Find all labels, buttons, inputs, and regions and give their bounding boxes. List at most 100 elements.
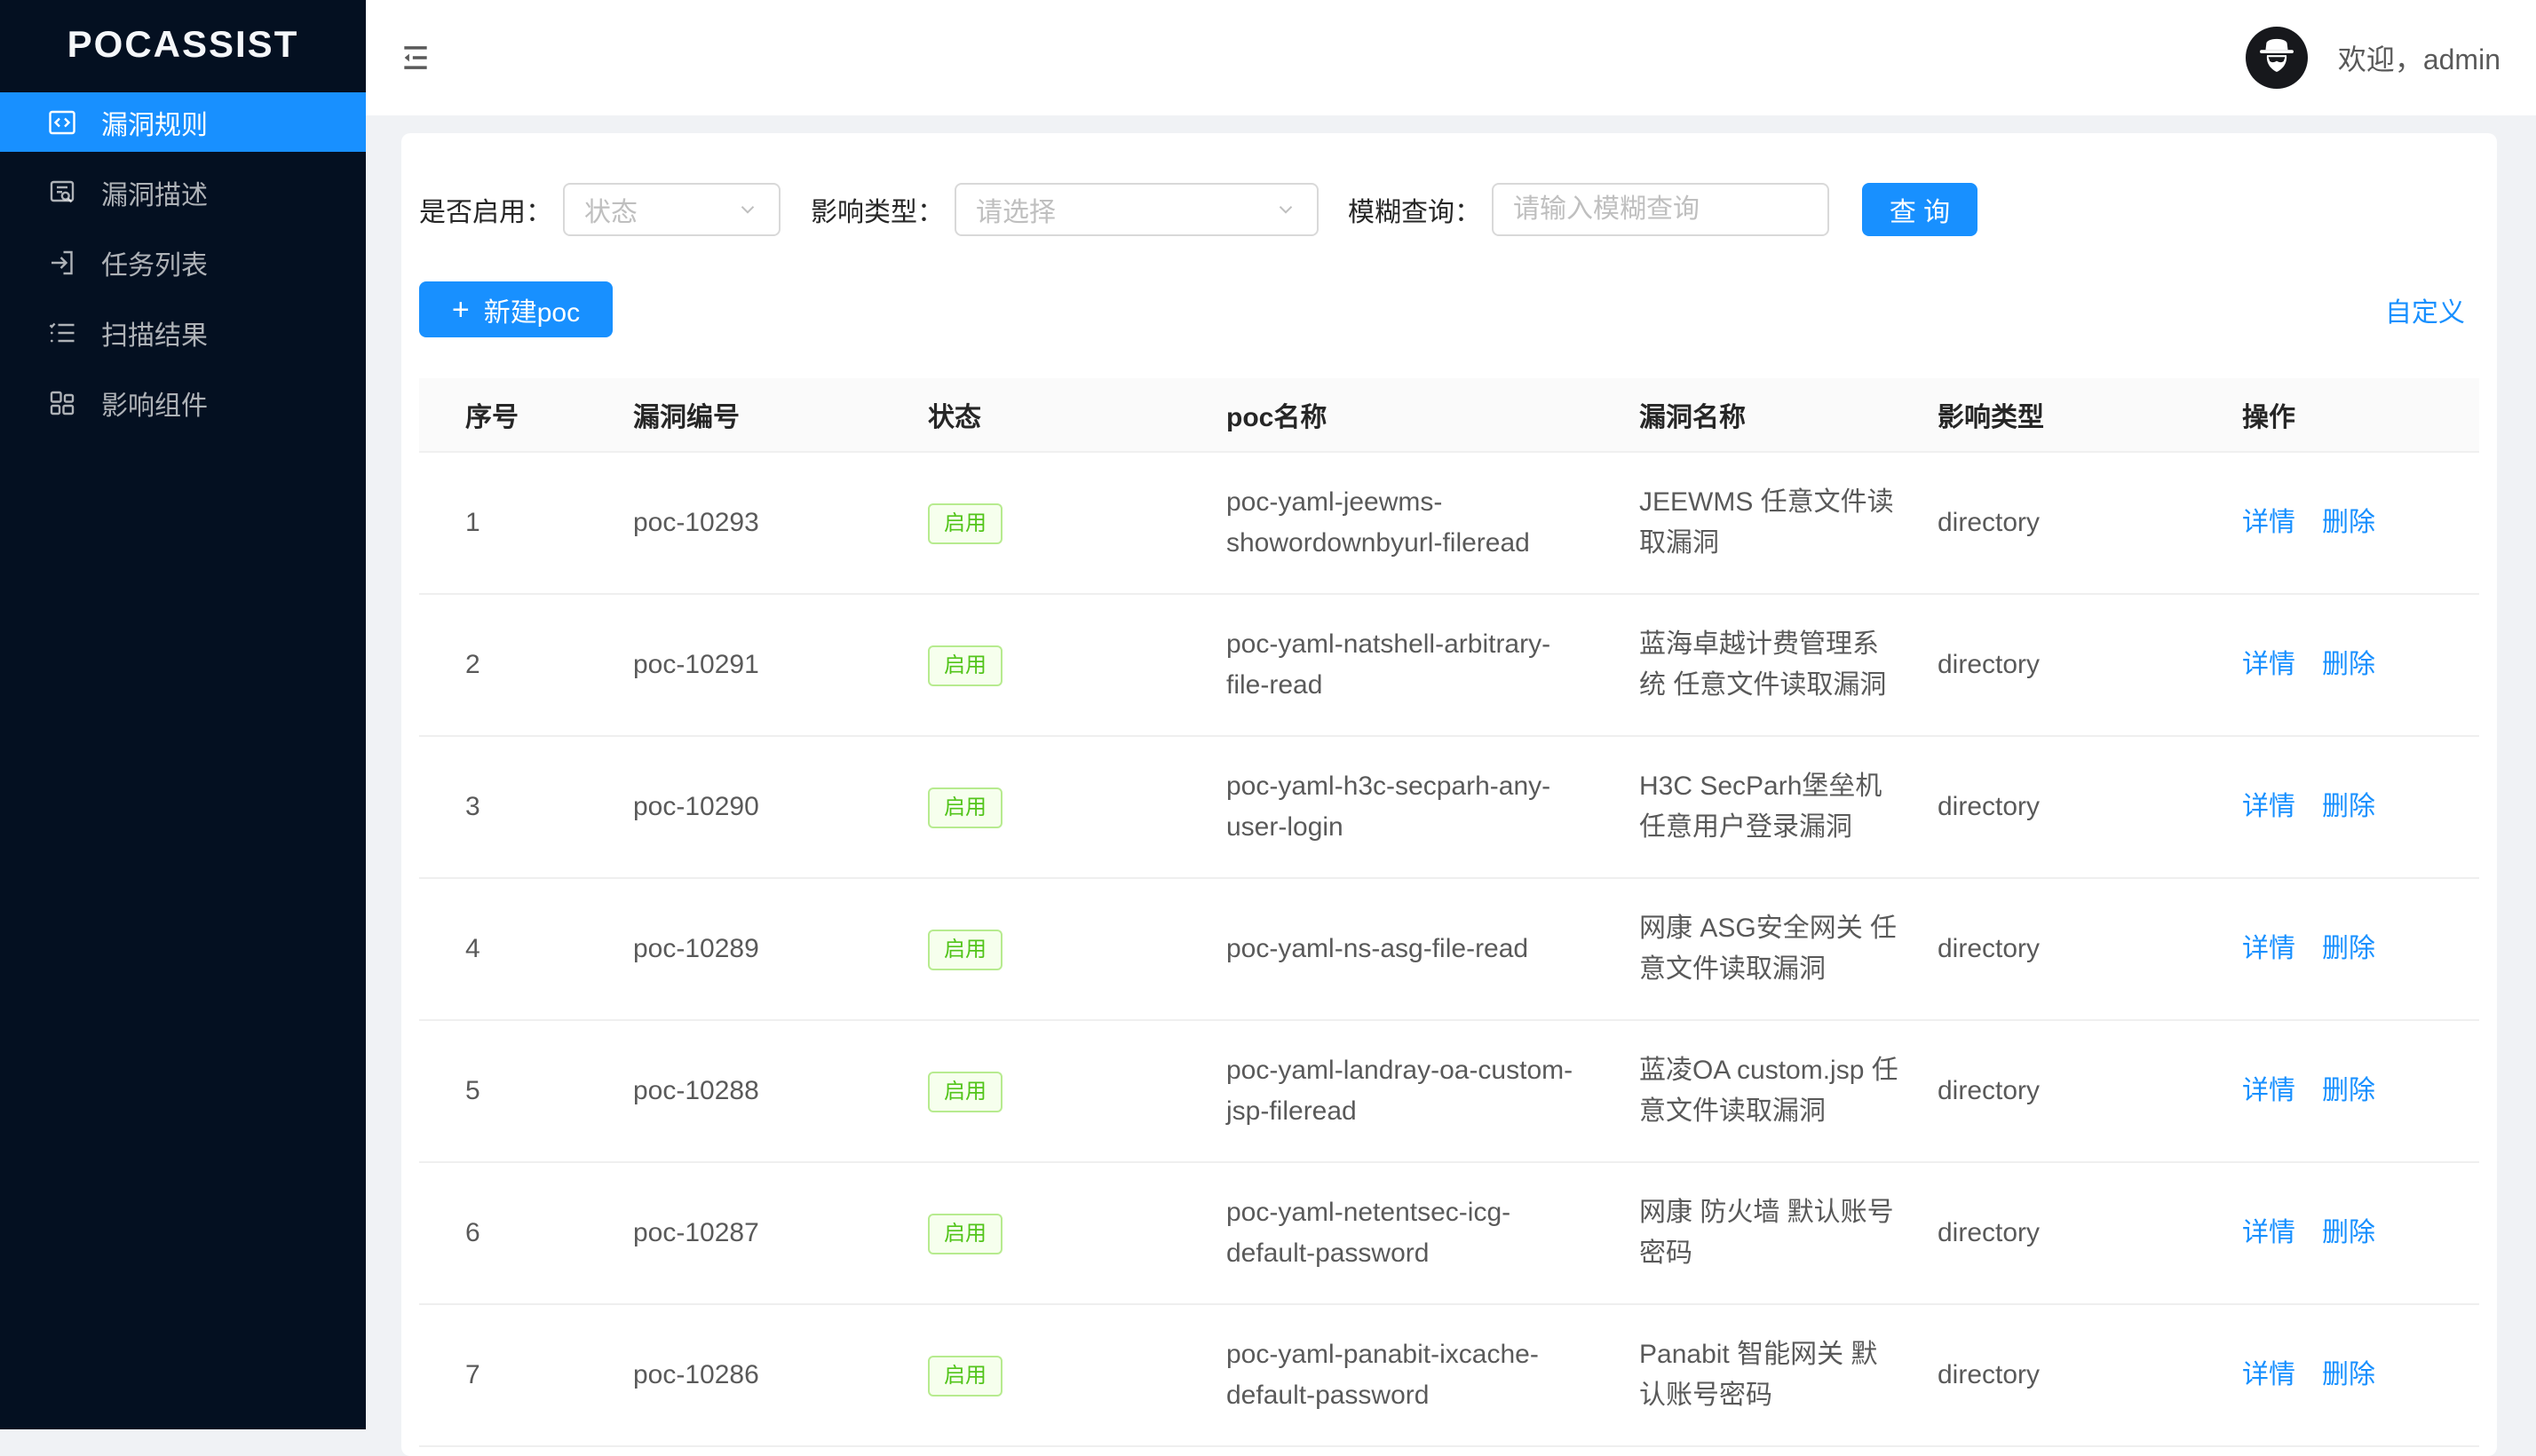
col-status: 状态 <box>928 378 1226 452</box>
cell-status: 启用 <box>928 736 1226 878</box>
customize-link[interactable]: 自定义 <box>2385 290 2465 329</box>
col-seq: 序号 <box>419 378 633 452</box>
status-badge: 启用 <box>928 930 1003 970</box>
sidebar-item-label: 漏洞描述 <box>101 173 208 212</box>
cell-affect-type: directory <box>1938 594 2242 736</box>
cell-vul-name: 蓝凌OA custom.jsp 任意文件读取漏洞 <box>1639 1020 1938 1162</box>
cell-actions: 详情删除 <box>2242 878 2479 1020</box>
delete-link[interactable]: 删除 <box>2322 508 2375 537</box>
delete-link[interactable]: 删除 <box>2322 934 2375 963</box>
filter-bar: 是否启用： 状态 影响类型： 请选择 模糊查询： 查 询 <box>419 183 2479 236</box>
table-row: 1 poc-10293 启用 poc-yaml-jeewms-showordow… <box>419 452 2479 594</box>
cell-vul-id: poc-10286 <box>633 1304 928 1446</box>
delete-link[interactable]: 删除 <box>2322 1218 2375 1247</box>
cell-poc-name: poc-yaml-natshell-arbitrary-file-read <box>1226 594 1639 736</box>
delete-link[interactable]: 删除 <box>2322 1360 2375 1389</box>
cell-vul-name: 网康 ASG安全网关 任意文件读取漏洞 <box>1639 878 1938 1020</box>
cell-vul-id: poc-10287 <box>633 1162 928 1304</box>
sidebar-item-vuln-description[interactable]: 漏洞描述 <box>0 162 366 222</box>
cell-actions: 详情删除 <box>2242 1304 2479 1446</box>
col-actions: 操作 <box>2242 378 2479 452</box>
task-import-icon <box>46 247 78 279</box>
cell-seq: 7 <box>419 1304 633 1446</box>
status-badge: 启用 <box>928 1214 1003 1254</box>
col-poc-name: poc名称 <box>1226 378 1639 452</box>
status-badge: 启用 <box>928 1356 1003 1397</box>
welcome-text: 欢迎，admin <box>2338 37 2500 78</box>
delete-link[interactable]: 删除 <box>2322 792 2375 821</box>
sidebar-item-label: 任务列表 <box>101 243 208 282</box>
cell-affect-type: directory <box>1938 452 2242 594</box>
table-row: 5 poc-10288 启用 poc-yaml-landray-oa-custo… <box>419 1020 2479 1162</box>
sidebar-item-scan-results[interactable]: 扫描结果 <box>0 303 366 362</box>
status-badge: 启用 <box>928 645 1003 686</box>
delete-link[interactable]: 删除 <box>2322 650 2375 679</box>
sidebar-item-vuln-rules[interactable]: 漏洞规则 <box>0 92 366 152</box>
cell-status: 启用 <box>928 1304 1226 1446</box>
fuzzy-search-input[interactable] <box>1492 183 1829 236</box>
status-badge: 启用 <box>928 503 1003 544</box>
status-badge: 启用 <box>928 787 1003 828</box>
detail-link[interactable]: 详情 <box>2242 650 2295 679</box>
top-header: 欢迎，admin <box>366 0 2536 115</box>
header-user-area: 欢迎，admin <box>2246 27 2500 89</box>
menu-fold-icon[interactable] <box>398 40 433 75</box>
enable-filter-label: 是否启用： <box>419 190 552 229</box>
cell-affect-type: directory <box>1938 1020 2242 1162</box>
poc-table: 序号 漏洞编号 状态 poc名称 漏洞名称 影响类型 操作 1 poc-1029… <box>419 378 2479 1447</box>
cell-status: 启用 <box>928 1162 1226 1304</box>
detail-link[interactable]: 详情 <box>2242 508 2295 537</box>
cell-poc-name: poc-yaml-jeewms-showordownbyurl-fileread <box>1226 452 1639 594</box>
cell-actions: 详情删除 <box>2242 594 2479 736</box>
search-button[interactable]: 查 询 <box>1862 183 1977 236</box>
cell-vul-name: Panabit 智能网关 默认账号密码 <box>1639 1304 1938 1446</box>
table-row: 3 poc-10290 启用 poc-yaml-h3c-secparh-any-… <box>419 736 2479 878</box>
sidebar-item-task-list[interactable]: 任务列表 <box>0 233 366 292</box>
cell-affect-type: directory <box>1938 1304 2242 1446</box>
sidebar-menu: 漏洞规则 漏洞描述 任务列表 <box>0 92 366 432</box>
cell-status: 启用 <box>928 878 1226 1020</box>
detail-link[interactable]: 详情 <box>2242 1360 2295 1389</box>
cell-poc-name: poc-yaml-netentsec-icg-default-password <box>1226 1162 1639 1304</box>
chevron-down-icon <box>736 198 759 221</box>
toolbar: + 新建poc 自定义 <box>419 281 2479 337</box>
detail-link[interactable]: 详情 <box>2242 934 2295 963</box>
detail-link[interactable]: 详情 <box>2242 1218 2295 1247</box>
poc-list-card: 是否启用： 状态 影响类型： 请选择 模糊查询： 查 询 + 新 <box>401 133 2497 1456</box>
checklist-icon <box>46 317 78 349</box>
user-avatar[interactable] <box>2246 27 2308 89</box>
components-icon <box>46 387 78 419</box>
cell-vul-name: 蓝海卓越计费管理系统 任意文件读取漏洞 <box>1639 594 1938 736</box>
detail-link[interactable]: 详情 <box>2242 792 2295 821</box>
cell-seq: 3 <box>419 736 633 878</box>
detail-link[interactable]: 详情 <box>2242 1076 2295 1105</box>
cell-poc-name: poc-yaml-h3c-secparh-any-user-login <box>1226 736 1639 878</box>
cell-actions: 详情删除 <box>2242 1020 2479 1162</box>
col-vul-name: 漏洞名称 <box>1639 378 1938 452</box>
main-content: 是否启用： 状态 影响类型： 请选择 模糊查询： 查 询 + 新 <box>366 115 2536 1429</box>
cell-actions: 详情删除 <box>2242 1162 2479 1304</box>
sidebar-item-label: 扫描结果 <box>101 313 208 352</box>
sidebar: POCASSIST 漏洞规则 漏洞描述 <box>0 0 366 1429</box>
cell-status: 启用 <box>928 1020 1226 1162</box>
table-row: 4 poc-10289 启用 poc-yaml-ns-asg-file-read… <box>419 878 2479 1020</box>
delete-link[interactable]: 删除 <box>2322 1076 2375 1105</box>
sidebar-item-affected-components[interactable]: 影响组件 <box>0 373 366 432</box>
cell-affect-type: directory <box>1938 878 2242 1020</box>
cell-vul-name: H3C SecParh堡垒机 任意用户登录漏洞 <box>1639 736 1938 878</box>
cell-vul-id: poc-10293 <box>633 452 928 594</box>
cell-vul-name: 网康 防火墙 默认账号密码 <box>1639 1162 1938 1304</box>
affect-type-select[interactable]: 请选择 <box>955 183 1319 236</box>
cell-status: 启用 <box>928 452 1226 594</box>
cell-poc-name: poc-yaml-landray-oa-custom-jsp-fileread <box>1226 1020 1639 1162</box>
cell-actions: 详情删除 <box>2242 452 2479 594</box>
fuzzy-search-label: 模糊查询： <box>1348 190 1481 229</box>
sidebar-item-label: 漏洞规则 <box>101 103 208 142</box>
cell-vul-name: JEEWMS 任意文件读取漏洞 <box>1639 452 1938 594</box>
app-logo: POCASSIST <box>0 0 366 92</box>
chevron-down-icon <box>1274 198 1297 221</box>
plus-icon: + <box>452 295 470 325</box>
enable-status-select[interactable]: 状态 <box>563 183 781 236</box>
table-row: 7 poc-10286 启用 poc-yaml-panabit-ixcache-… <box>419 1304 2479 1446</box>
new-poc-button[interactable]: + 新建poc <box>419 281 613 337</box>
